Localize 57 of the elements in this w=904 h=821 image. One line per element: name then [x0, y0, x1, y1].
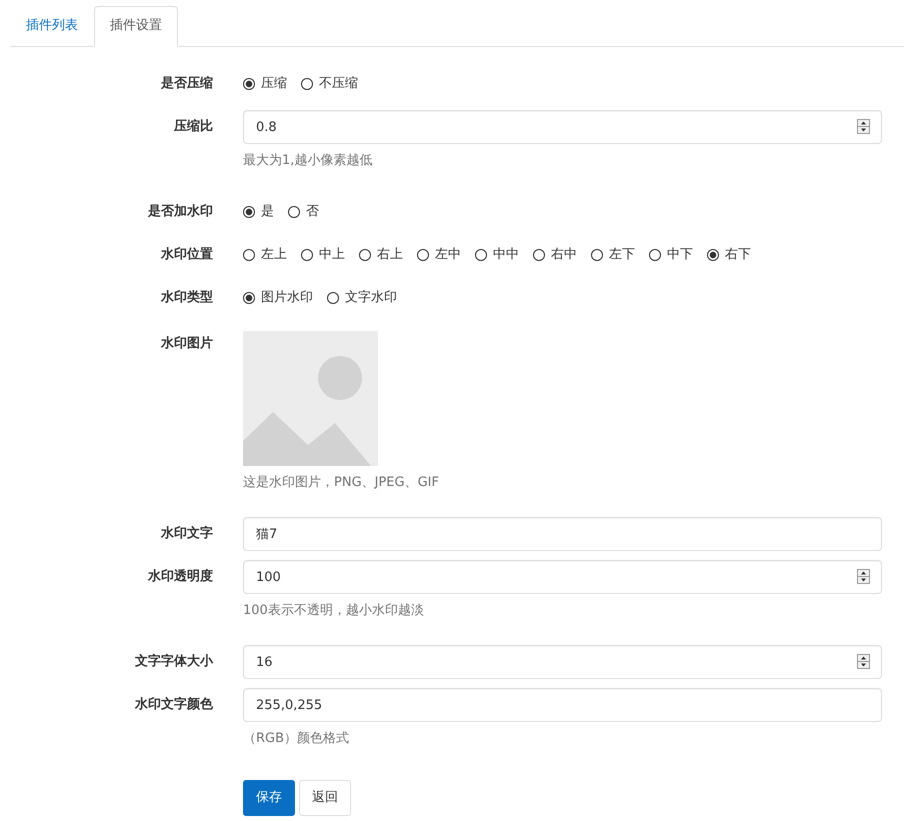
tab[interactable]: 插件设置: [94, 6, 178, 47]
radio-button[interactable]: [301, 78, 313, 90]
radio-label[interactable]: 压缩: [261, 74, 287, 94]
field-label: 水印文字: [160, 524, 213, 543]
radio-button[interactable]: [649, 249, 661, 261]
save-button[interactable]: 保存: [243, 780, 295, 816]
field-label: 是否压缩: [160, 74, 213, 93]
help-text: 这是水印图片，PNG、JPEG、GIF: [243, 474, 440, 492]
help-text: （RGB）颜色格式: [243, 730, 350, 748]
radio-label[interactable]: 左上: [261, 245, 287, 265]
radio-button[interactable]: [533, 249, 545, 261]
radio-button[interactable]: [327, 292, 339, 304]
number-field[interactable]: 16: [243, 645, 882, 679]
radio-button[interactable]: [243, 206, 255, 218]
radio-button[interactable]: [475, 249, 487, 261]
radio-label[interactable]: 左下: [609, 245, 635, 265]
field-label: 压缩比: [173, 118, 213, 136]
field-label: 水印位置: [160, 246, 213, 264]
radio-label[interactable]: 右中: [551, 245, 577, 265]
radio-label[interactable]: 文字水印: [345, 288, 397, 308]
field-label: 文字字体大小: [134, 652, 213, 671]
radio-label[interactable]: 右上: [377, 245, 403, 265]
spinner-icon[interactable]: [857, 654, 870, 669]
radio-button[interactable]: [707, 249, 719, 261]
number-field[interactable]: 100: [243, 560, 882, 594]
radio-button[interactable]: [243, 292, 255, 304]
spinner-icon[interactable]: [857, 119, 870, 134]
tab[interactable]: 插件列表: [10, 6, 94, 47]
radio-label[interactable]: 中中: [493, 245, 519, 265]
radio-label[interactable]: 中下: [667, 245, 693, 265]
radio-button[interactable]: [243, 78, 255, 90]
radio-label[interactable]: 左中: [435, 245, 461, 265]
radio-button[interactable]: [359, 249, 371, 261]
text-field[interactable]: 猫7: [243, 517, 882, 551]
radio-button[interactable]: [288, 206, 300, 218]
back-button[interactable]: 返回: [299, 780, 351, 816]
radio-button[interactable]: [417, 249, 429, 261]
number-field[interactable]: 0.8: [243, 110, 882, 144]
radio-label[interactable]: 是: [261, 202, 274, 222]
radio-label[interactable]: 图片水印: [261, 288, 313, 308]
help-text: 最大为1,越小像素越低: [243, 152, 374, 170]
radio-button[interactable]: [301, 249, 313, 261]
radio-button[interactable]: [243, 249, 255, 261]
field-label: 是否加水印: [147, 203, 213, 221]
field-label: 水印文字颜色: [134, 696, 213, 714]
field-label: 水印透明度: [146, 568, 213, 586]
radio-label[interactable]: 不压缩: [319, 74, 358, 94]
field-label: 水印图片: [160, 335, 213, 353]
text-field[interactable]: 255,0,255: [243, 688, 882, 722]
spinner-icon[interactable]: [857, 569, 870, 584]
radio-label[interactable]: 否: [306, 202, 319, 222]
field-label: 水印类型: [160, 289, 213, 307]
radio-label[interactable]: 中上: [319, 245, 345, 265]
radio-label[interactable]: 右下: [725, 245, 751, 265]
radio-button[interactable]: [591, 249, 603, 261]
help-text: 100表示不透明，越小水印越淡: [243, 602, 425, 620]
image-placeholder-icon: [243, 331, 378, 466]
